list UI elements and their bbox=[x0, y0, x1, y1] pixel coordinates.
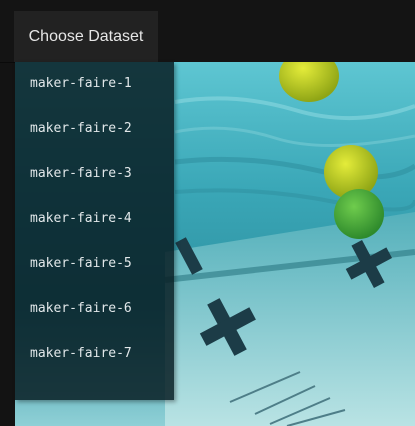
dataset-option-maker-faire-2[interactable]: maker-faire-2 bbox=[15, 107, 174, 152]
top-toolbar: Choose Dataset bbox=[0, 0, 415, 63]
dataset-option-maker-faire-3[interactable]: maker-faire-3 bbox=[15, 152, 174, 197]
dataset-option-maker-faire-6[interactable]: maker-faire-6 bbox=[15, 287, 174, 332]
dataset-option-maker-faire-7[interactable]: maker-faire-7 bbox=[15, 332, 174, 377]
dataset-option-maker-faire-4[interactable]: maker-faire-4 bbox=[15, 197, 174, 242]
dataset-option-maker-faire-5[interactable]: maker-faire-5 bbox=[15, 242, 174, 287]
choose-dataset-button[interactable]: Choose Dataset bbox=[14, 11, 158, 62]
dataset-dropdown-menu: maker-faire-1 maker-faire-2 maker-faire-… bbox=[15, 62, 174, 400]
dataset-option-maker-faire-1[interactable]: maker-faire-1 bbox=[15, 62, 174, 107]
